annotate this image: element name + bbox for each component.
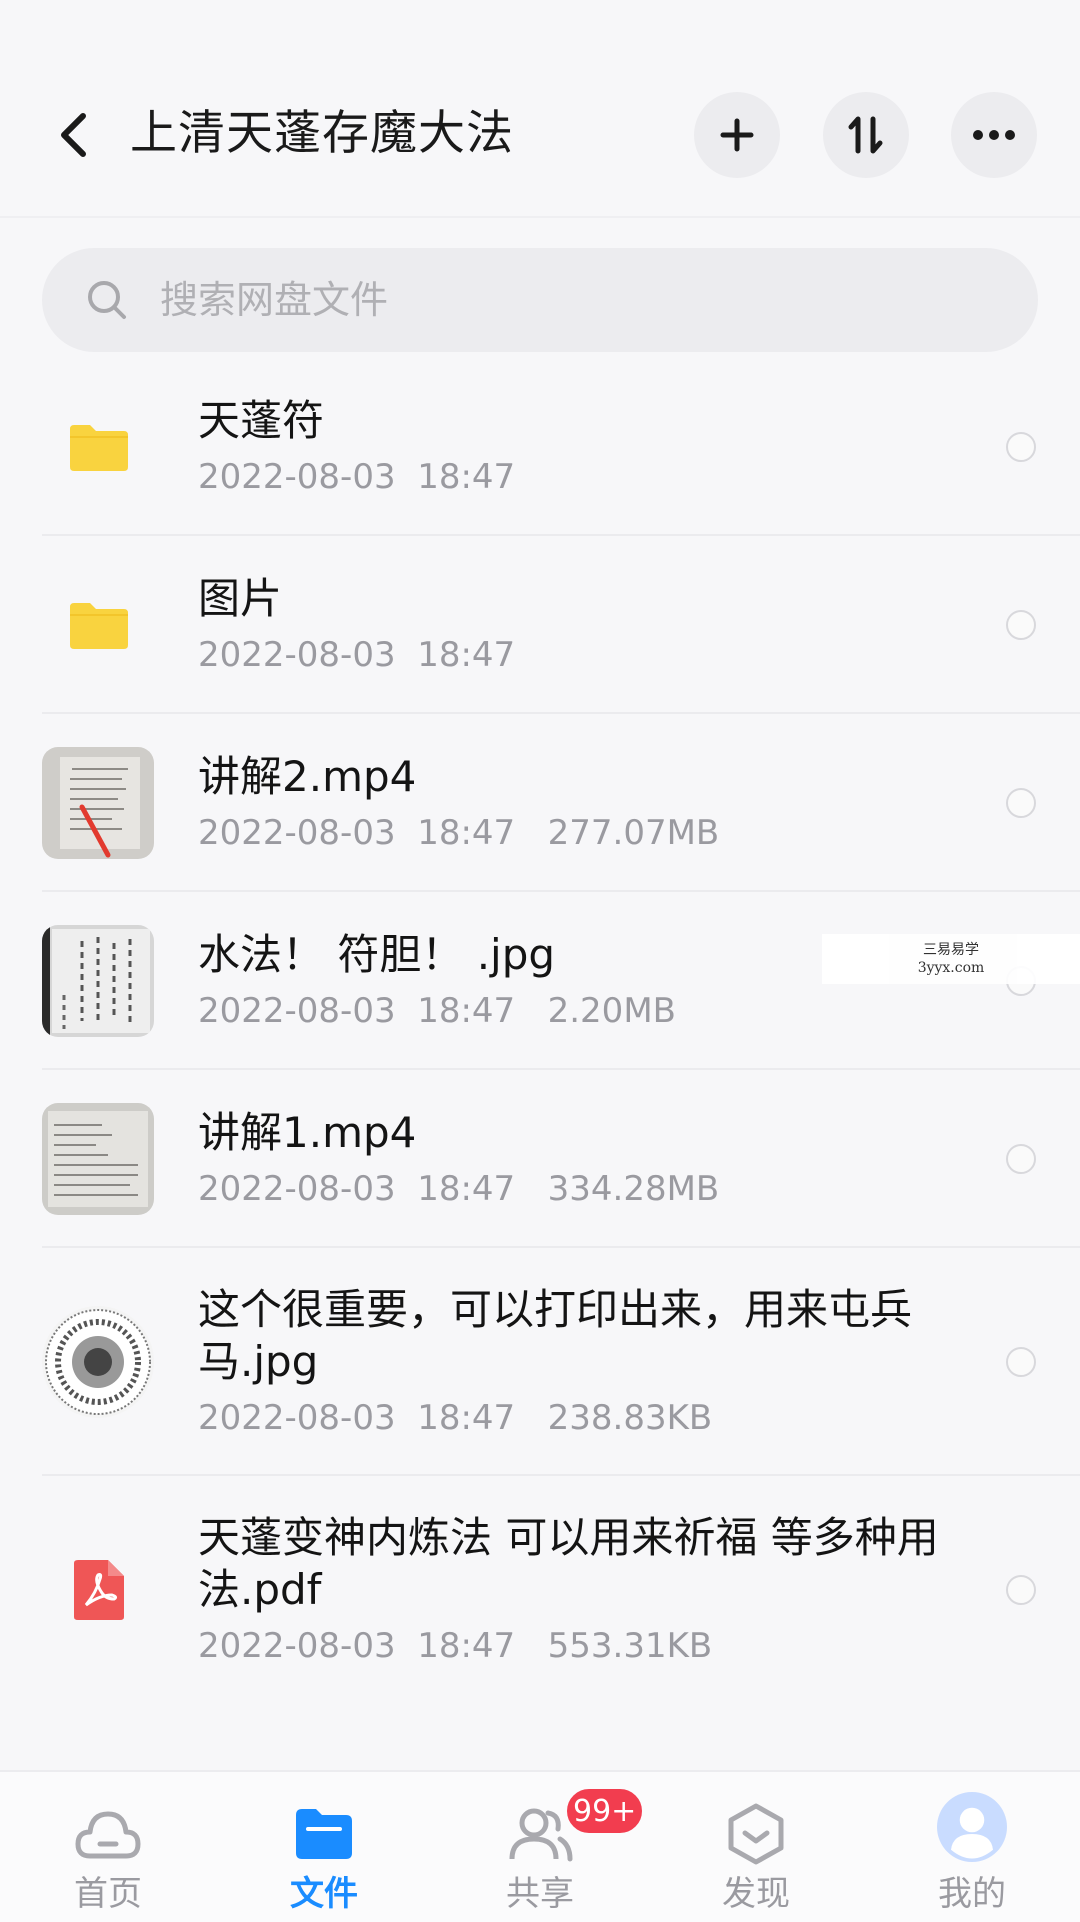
sort-button[interactable] (823, 92, 909, 178)
file-meta: 2022-08-03 18:47 277.07MB (198, 813, 720, 853)
folder-icon (296, 1809, 352, 1859)
cloud-icon (75, 1811, 141, 1859)
select-checkbox[interactable] (1006, 1144, 1036, 1174)
image-thumbnail (42, 925, 154, 1037)
chevron-left-icon (61, 113, 86, 157)
bottom-tab-bar: 首页 文件 共享 99+ 发现 我的 (0, 1770, 1080, 1922)
discover-icon (728, 1803, 784, 1865)
tab-files[interactable]: 文件 (234, 1772, 414, 1922)
list-item[interactable]: 图片 2022-08-03 18:47 (0, 536, 1080, 714)
plus-icon (720, 118, 754, 152)
file-list: 天蓬符 2022-08-03 18:47 图片 2022-08-03 18:47… (0, 358, 1080, 1704)
add-button[interactable] (694, 92, 780, 178)
tab-label: 首页 (74, 1874, 142, 1914)
tab-label: 发现 (722, 1874, 790, 1914)
tab-discover[interactable]: 发现 (666, 1772, 846, 1922)
image-thumbnail (42, 1306, 154, 1418)
select-checkbox[interactable] (1006, 788, 1036, 818)
watermark-line2: 3yyx.com (917, 960, 985, 976)
file-meta: 2022-08-03 18:47 2.20MB (198, 991, 676, 1031)
file-name: 图片 (198, 574, 283, 623)
notification-badge: 99+ (564, 1786, 646, 1836)
select-checkbox[interactable] (1006, 1347, 1036, 1377)
list-item[interactable]: 讲解1.mp4 2022-08-03 18:47 334.28MB (0, 1070, 1080, 1248)
video-thumbnail (42, 747, 154, 859)
tab-me[interactable]: 我的 (882, 1772, 1062, 1922)
tab-label: 我的 (938, 1874, 1006, 1914)
file-meta: 2022-08-03 18:47 334.28MB (198, 1169, 720, 1209)
pdf-icon (74, 1560, 124, 1620)
file-name: 天蓬变神内炼法 可以用来祈福 等多种用法.pdf (198, 1513, 939, 1614)
select-checkbox[interactable] (1006, 432, 1036, 462)
back-button[interactable] (48, 105, 98, 165)
file-name: 天蓬符 (198, 396, 325, 445)
more-button[interactable] (951, 92, 1037, 178)
list-item[interactable]: 天蓬符 2022-08-03 18:47 (0, 358, 1080, 536)
file-meta: 2022-08-03 18:47 553.31KB (198, 1626, 713, 1666)
file-name: 讲解2.mp4 (198, 752, 417, 801)
list-item[interactable]: 天蓬变神内炼法 可以用来祈福 等多种用法.pdf 2022-08-03 18:4… (0, 1476, 1080, 1704)
tab-label: 文件 (290, 1874, 358, 1914)
list-item[interactable]: 这个很重要，可以打印出来，用来屯兵马.jpg 2022-08-03 18:47 … (0, 1248, 1080, 1476)
tab-label: 共享 (506, 1874, 574, 1914)
sort-icon (848, 116, 883, 154)
select-checkbox[interactable] (1006, 610, 1036, 640)
file-meta: 2022-08-03 18:47 238.83KB (198, 1398, 713, 1438)
folder-icon (70, 603, 128, 649)
search-bar[interactable] (42, 248, 1038, 352)
search-input[interactable] (158, 277, 942, 323)
file-meta: 2022-08-03 18:47 (198, 457, 516, 497)
watermark-line1: 三易易学 (923, 942, 979, 958)
header: 上清天蓬存魔大法 (0, 0, 1080, 218)
search-icon (84, 277, 130, 323)
header-divider (0, 216, 1080, 218)
tab-home[interactable]: 首页 (18, 1772, 198, 1922)
folder-icon (70, 425, 128, 471)
avatar-icon (937, 1792, 1007, 1862)
file-meta: 2022-08-03 18:47 (198, 635, 516, 675)
select-checkbox[interactable] (1006, 1575, 1036, 1605)
video-thumbnail (42, 1103, 154, 1215)
file-name: 讲解1.mp4 (198, 1108, 417, 1157)
list-item[interactable]: 讲解2.mp4 2022-08-03 18:47 277.07MB (0, 714, 1080, 892)
more-icon (973, 130, 1015, 140)
watermark: 三易易学 3yyx.com (822, 934, 1080, 984)
file-name: 这个很重要，可以打印出来，用来屯兵马.jpg (198, 1285, 913, 1386)
page-title: 上清天蓬存魔大法 (130, 106, 514, 161)
